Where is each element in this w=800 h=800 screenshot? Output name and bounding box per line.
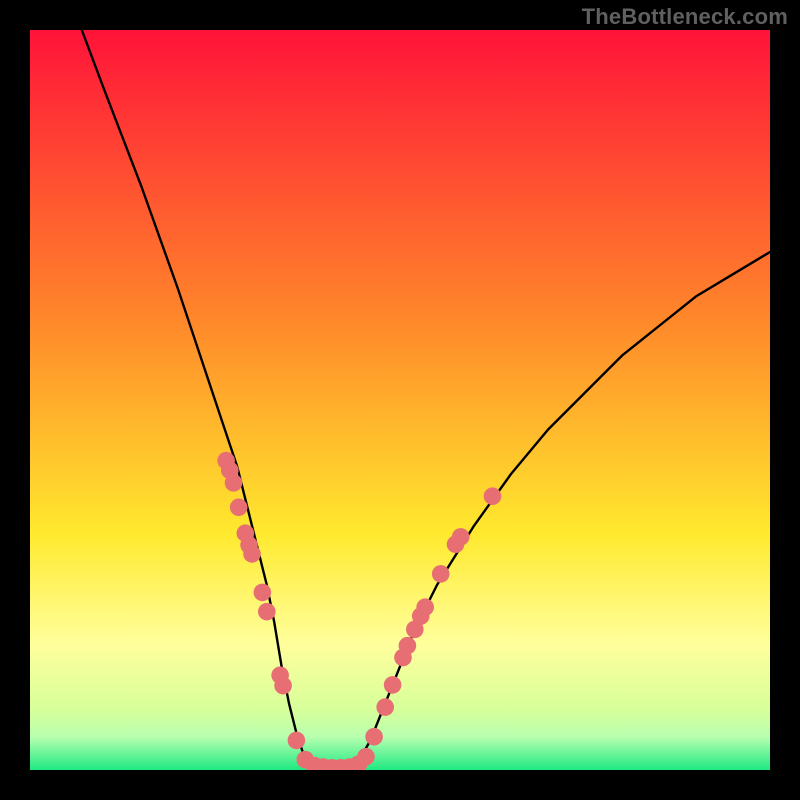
data-point	[254, 584, 272, 602]
data-point	[230, 499, 248, 517]
bottleneck-chart	[30, 30, 770, 770]
watermark-text: TheBottleneck.com	[582, 4, 788, 30]
data-point	[274, 677, 292, 695]
data-point	[357, 748, 375, 766]
data-point	[384, 676, 402, 694]
data-point	[452, 528, 470, 546]
data-point	[258, 603, 276, 621]
data-point	[484, 487, 502, 505]
data-point	[376, 698, 394, 716]
data-point	[399, 637, 417, 655]
plot-area	[30, 30, 770, 770]
data-point	[288, 732, 306, 750]
data-point	[432, 565, 450, 583]
outer-frame: TheBottleneck.com	[0, 0, 800, 800]
data-point	[365, 728, 383, 746]
data-point	[225, 474, 243, 492]
data-point	[243, 545, 261, 563]
data-point	[416, 598, 434, 616]
